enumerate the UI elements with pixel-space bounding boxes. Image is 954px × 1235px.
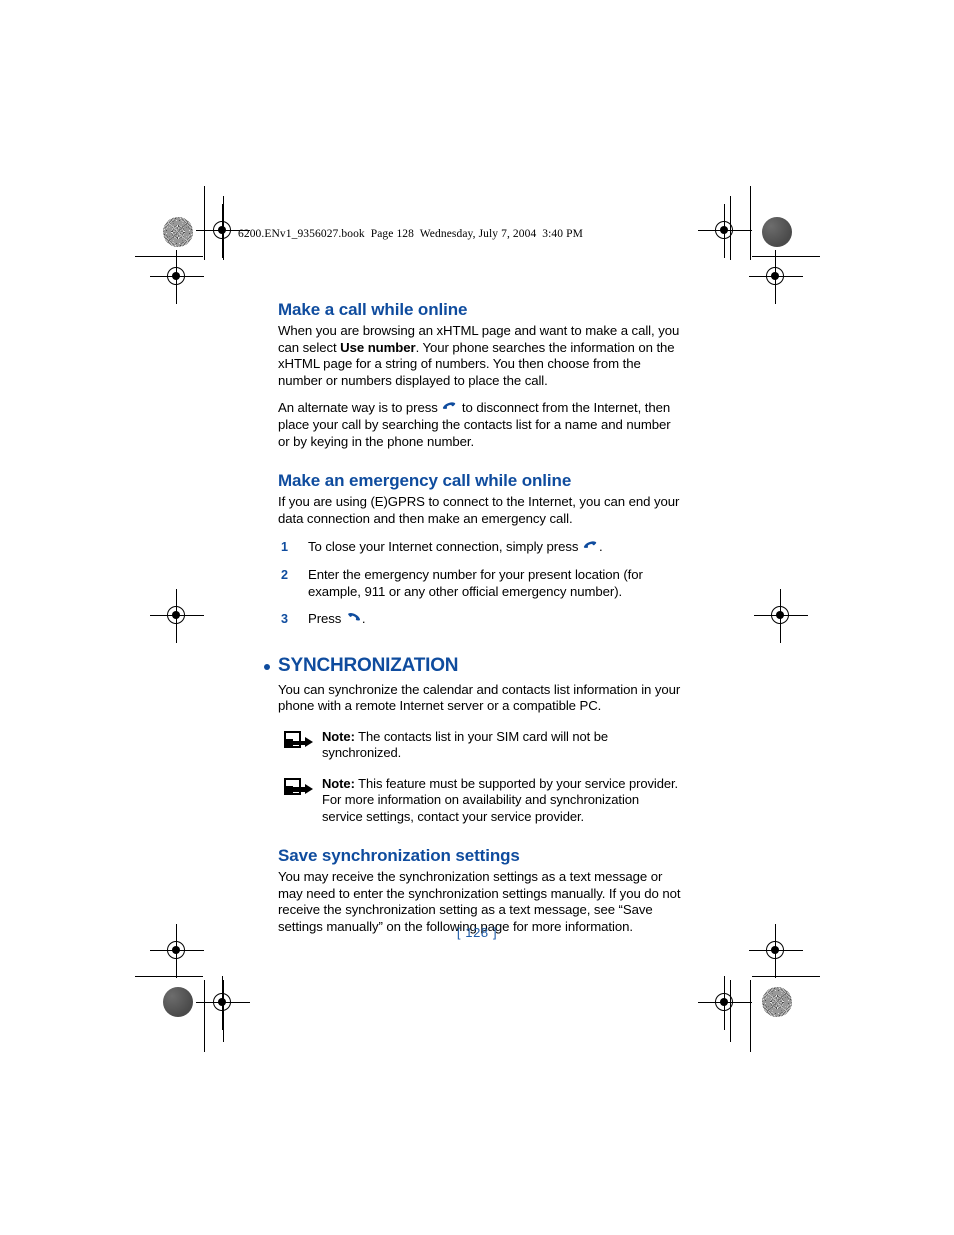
registration-mark-bottom-right [698, 976, 752, 1030]
emphasis-text: Use number [340, 339, 416, 355]
section-synchronization: SYNCHRONIZATION You can synchronize the … [264, 655, 682, 936]
color-control-dot-top-left [163, 217, 193, 247]
bullet-icon [264, 663, 270, 670]
heading-make-an-emergency-call-while-online: Make an emergency call while online [278, 471, 572, 491]
trim-line-top-left-h [135, 256, 203, 257]
registration-mark-mid-right [754, 589, 808, 643]
end-call-key-icon [442, 401, 457, 413]
step-text: Press . [308, 611, 366, 627]
print-file-header: 6200.ENv1_9356027.book Page 128 Wednesda… [238, 228, 583, 240]
trim-line-right-outer-bottom [750, 980, 751, 1052]
trim-line-right-outer [750, 186, 751, 260]
registration-mark-bottom-left [196, 976, 250, 1030]
note-text: The contacts list in your SIM card will … [322, 728, 609, 761]
note-text: This feature must be supported by your s… [322, 775, 679, 824]
color-control-dot-bottom-left [163, 987, 193, 1017]
call-key-icon [346, 612, 361, 624]
trim-line-bottom-left-h [135, 976, 203, 977]
note-block: Note: This feature must be supported by … [278, 776, 682, 825]
section-make-a-call-while-online: Make a call while online When you are br… [278, 300, 682, 450]
heading-synchronization-label: SYNCHRONIZATION [278, 654, 459, 676]
color-control-dot-bottom-right [762, 987, 792, 1017]
note-arrow-icon [284, 730, 314, 749]
step-item: 1 To close your Internet connection, sim… [278, 539, 682, 556]
paragraph-make-a-call-2: An alternate way is to press to disconne… [278, 400, 671, 449]
step-item: 2 Enter the emergency number for your pr… [278, 567, 682, 600]
page-number: [ 128 ] [456, 925, 498, 940]
step-number: 2 [281, 567, 288, 582]
registration-mark-upper-left [150, 250, 204, 304]
registration-mark-top-left [196, 204, 250, 258]
note-arrow-icon [284, 777, 314, 796]
heading-make-a-call-while-online: Make a call while online [278, 300, 468, 319]
paragraph-make-a-call-1: When you are browsing an xHTML page and … [278, 323, 680, 388]
step-number: 3 [281, 612, 288, 627]
section-emergency-call-while-online: Make an emergency call while online If y… [278, 471, 682, 628]
trim-line-bottom-right-h [752, 976, 820, 977]
note-block: Note: The contacts list in your SIM card… [278, 729, 682, 762]
registration-mark-mid-left [150, 589, 204, 643]
step-item: 3 Press . [278, 611, 682, 628]
page-content: Make a call while online When you are br… [264, 300, 682, 936]
step-number: 1 [281, 540, 288, 555]
paragraph-synchronization-intro: You can synchronize the calendar and con… [278, 681, 681, 714]
end-call-key-icon [583, 540, 598, 552]
heading-synchronization: SYNCHRONIZATION [264, 655, 682, 677]
trim-line-top-right-h [752, 256, 820, 257]
note-label: Note: [322, 775, 355, 791]
registration-mark-top-right [698, 204, 752, 258]
emergency-call-steps: 1 To close your Internet connection, sim… [278, 539, 682, 627]
color-control-dot-top-right [762, 217, 792, 247]
note-label: Note: [322, 728, 355, 744]
heading-save-synchronization-settings: Save synchronization settings [278, 845, 520, 865]
step-text: Enter the emergency number for your pres… [308, 566, 643, 599]
registration-mark-upper-right [749, 250, 803, 304]
paragraph-emergency-intro: If you are using (E)GPRS to connect to t… [278, 494, 680, 526]
step-text: To close your Internet connection, simpl… [308, 539, 603, 555]
